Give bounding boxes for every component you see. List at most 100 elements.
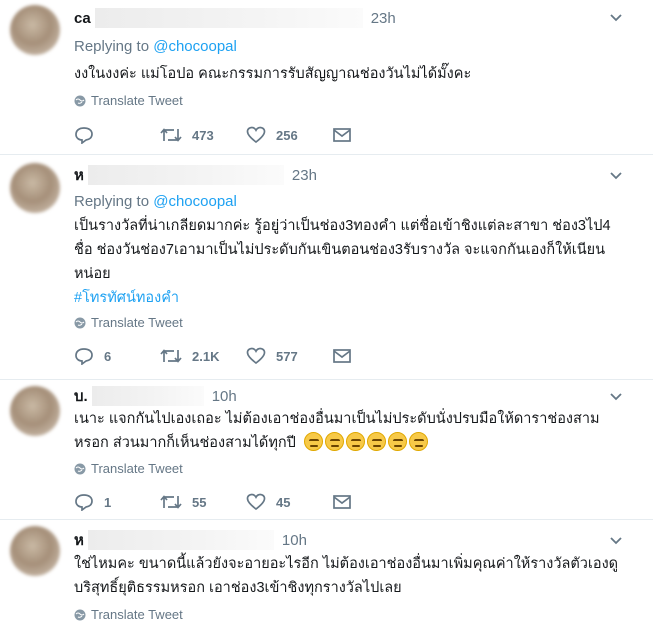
translate-tweet-link[interactable]: Translate Tweet [74,93,183,108]
avatar[interactable] [10,526,60,576]
tweet-card[interactable]: ห 10h ใช่ไหมคะ ขนาดนี้แล้วยังจะอายอะไรอี… [0,520,653,623]
reply-button[interactable] [74,126,160,144]
like-button[interactable]: 577 [246,347,332,365]
replying-to: Replying to @chocoopal [74,193,237,210]
globe-icon [74,609,86,620]
reply-icon [75,348,93,365]
tweet-text-line: เป็นรางวัลที่น่าเกลียดมากค่ะ รู้อยู่ว่าเ… [74,218,611,234]
translate-tweet-link[interactable]: Translate Tweet [74,607,183,622]
tweet-text-fragment: หรอก ส่วนมากก็เห็นช่องสามได้ทุกปี [74,435,296,451]
heart-icon [246,347,266,365]
smirking-face-icon [303,432,323,451]
retweet-button[interactable]: 473 [160,126,246,144]
dm-button[interactable] [332,127,418,143]
chevron-down-icon[interactable] [609,11,623,25]
redacted-name [87,530,274,550]
dm-button[interactable] [332,494,418,510]
chevron-down-icon[interactable] [609,169,623,183]
reply-handle-link[interactable]: @chocoopal [153,38,237,55]
unamused-face-icon [366,432,386,451]
display-name[interactable]: ห [74,528,84,552]
display-name[interactable]: บ. [74,384,88,408]
like-button[interactable]: 45 [246,493,332,511]
tweet-header: ห 23h [74,165,317,185]
tweet-text-line: หน่อย [74,266,111,282]
tweet-text: เป็นรางวัลที่น่าเกลียดมากค่ะ รู้อยู่ว่าเ… [74,214,634,310]
retweet-icon [160,495,182,509]
replying-to-label: Replying to [74,38,150,55]
tweet-card[interactable]: บ. 10h เนาะ แจกกันไปเองเถอะ ไม่ต้องเอาช่… [0,380,653,520]
reply-button[interactable]: 6 [74,347,160,365]
chevron-down-icon[interactable] [609,534,623,548]
tweet-text-line: ชื่อ ช่องวันช่อง7เอามาเป็นไม่ประดับกันเข… [74,242,606,258]
dm-button[interactable] [332,348,418,364]
tweet-text-line: เนาะ แจกกันไปเองเถอะ ไม่ต้องเอาช่องอื่นม… [74,411,600,427]
tweet-text-line: บริสุทธิ์ยุติธรรมหรอก เอาช่อง3เข้าชิงทุก… [74,580,402,596]
tweet-card[interactable]: ห 23h Replying to @chocoopal เป็นรางวัลท… [0,155,653,380]
envelope-icon [333,349,351,363]
display-name[interactable]: ca [74,10,91,27]
tweet-time[interactable]: 10h [212,388,237,405]
tweet-time[interactable]: 10h [282,532,307,549]
like-button[interactable]: 256 [246,126,332,144]
retweet-count: 2.1K [192,348,220,364]
translate-tweet-link[interactable]: Translate Tweet [74,315,183,330]
hashtag-link[interactable]: #โทรทัศน์ทองคำ [74,286,634,310]
reply-count: 6 [104,348,112,364]
reply-count: 1 [104,494,112,510]
tweet-actions: 1 55 45 [74,491,418,513]
redacted-name [87,165,284,185]
tweet-actions: 6 2.1K 577 [74,345,418,367]
retweet-count: 55 [192,494,207,510]
tweet-text: เนาะ แจกกันไปเองเถอะ ไม่ต้องเอาช่องอื่นม… [74,407,634,455]
chevron-down-icon[interactable] [609,390,623,404]
like-count: 577 [276,348,298,364]
replying-to: Replying to @chocoopal [74,38,237,55]
avatar[interactable] [10,386,60,436]
unamused-face-icon [387,432,407,451]
translate-label[interactable]: Translate Tweet [91,461,183,476]
tweet-header: บ. 10h [74,386,237,406]
replying-to-label: Replying to [74,193,150,210]
tweet-text-line: ใช่ไหมคะ ขนาดนี้แล้วยังจะอายอะไรอีก ไม่ต… [74,556,619,572]
tweet-text-line: หรอก ส่วนมากก็เห็นช่องสามได้ทุกปี [74,431,634,455]
redacted-name [91,386,204,406]
smirking-face-icon [345,432,365,451]
avatar[interactable] [10,163,60,213]
translate-label[interactable]: Translate Tweet [91,315,183,330]
retweet-button[interactable]: 2.1K [160,347,246,365]
reply-button[interactable]: 1 [74,493,160,511]
tweet-time[interactable]: 23h [292,167,317,184]
globe-icon [74,95,86,106]
reply-icon [75,494,93,511]
tweet-time[interactable]: 23h [371,10,396,27]
globe-icon [74,317,86,328]
retweet-count: 473 [192,127,214,143]
reply-icon [75,127,93,144]
translate-tweet-link[interactable]: Translate Tweet [74,461,183,476]
envelope-icon [333,128,351,142]
redacted-name [94,8,363,28]
heart-icon [246,493,266,511]
translate-label[interactable]: Translate Tweet [91,607,183,622]
reply-handle-link[interactable]: @chocoopal [153,193,237,210]
envelope-icon [333,495,351,509]
globe-icon [74,463,86,474]
translate-label[interactable]: Translate Tweet [91,93,183,108]
tweet-text: ใช่ไหมคะ ขนาดนี้แล้วยังจะอายอะไรอีก ไม่ต… [74,552,634,600]
avatar[interactable] [10,5,60,55]
retweet-icon [160,128,182,142]
heart-icon [246,126,266,144]
retweet-icon [160,349,182,363]
tweet-header: ca 23h [74,8,396,28]
like-count: 45 [276,494,291,510]
tweet-header: ห 10h [74,530,307,550]
tweet-text: งงในงงค่ะ แม่โอปอ คณะกรรมการรับสัญญาณช่อ… [74,66,472,82]
smirking-face-icon [324,432,344,451]
retweet-button[interactable]: 55 [160,493,246,511]
tweet-actions: 473 256 [74,124,418,146]
like-count: 256 [276,127,298,143]
tweet-card[interactable]: ca 23h Replying to @chocoopal งงในงงค่ะ … [0,0,653,155]
display-name[interactable]: ห [74,163,84,187]
unamused-face-icon [408,432,428,451]
